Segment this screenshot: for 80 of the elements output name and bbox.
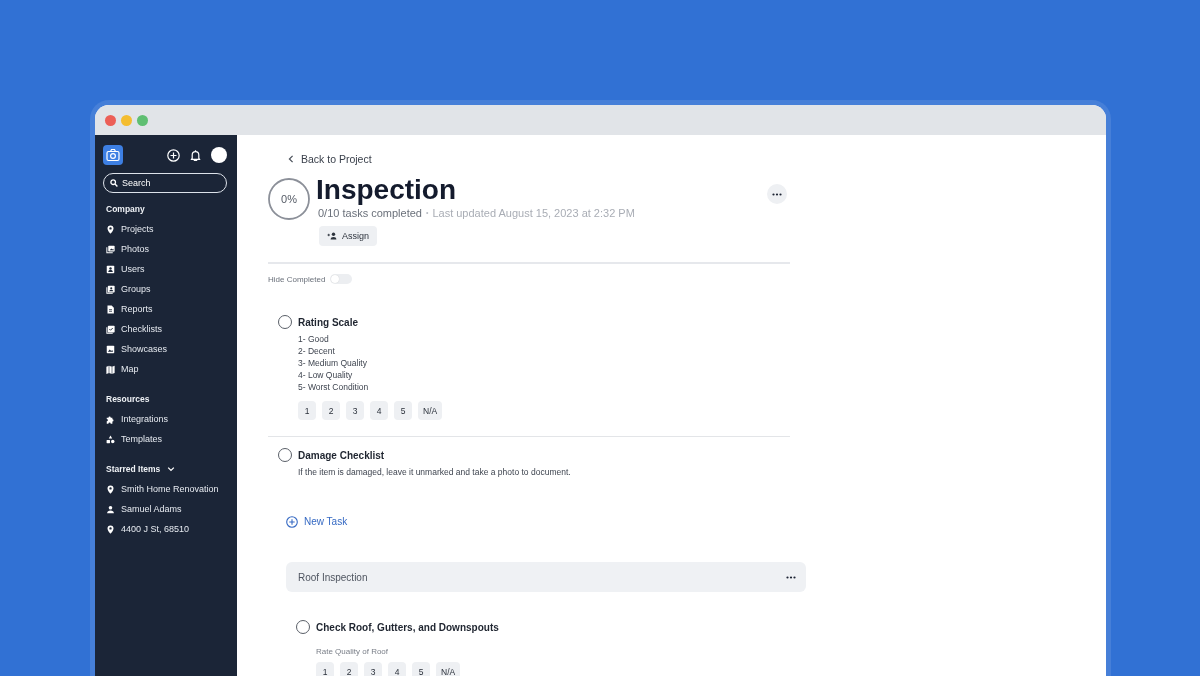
sidebar-item[interactable]: Integrations xyxy=(103,409,173,429)
description-line: 5- Worst Condition xyxy=(298,381,369,393)
chevron-left-icon xyxy=(288,155,294,163)
rating-prompt: Rate Quality of Roof xyxy=(316,646,389,658)
rating-option[interactable]: 1 xyxy=(316,662,334,676)
sidebar-item[interactable]: Smith Home Renovation xyxy=(103,479,223,499)
task-checkbox[interactable] xyxy=(278,315,292,329)
window-close-button[interactable] xyxy=(105,114,116,126)
location-pin-icon xyxy=(106,524,115,534)
last-updated: Last updated August 15, 2023 at 2:32 PM xyxy=(432,206,635,220)
sidebar-item[interactable]: 4400 J St, 68510 xyxy=(103,519,194,539)
description-line: 1- Good xyxy=(298,333,329,345)
sidebar-item[interactable]: Users xyxy=(103,259,149,279)
rating-option[interactable]: 4 xyxy=(388,662,406,676)
section-heading: Resources xyxy=(106,393,150,405)
add-icon[interactable] xyxy=(167,148,180,162)
avatar[interactable] xyxy=(211,147,227,163)
description-line: 3- Medium Quality xyxy=(298,357,367,369)
progress-percent: 0% xyxy=(281,193,297,205)
section-title: Roof Inspection xyxy=(298,571,368,583)
person-icon xyxy=(106,504,115,514)
sidebar-item[interactable]: Samuel Adams xyxy=(103,499,186,519)
task-title: Rating Scale xyxy=(298,316,359,328)
task-description: If the item is damaged, leave it unmarked and take a photo to document. xyxy=(298,466,571,478)
rating-option[interactable]: 4 xyxy=(370,401,388,420)
sidebar-item[interactable]: Groups xyxy=(103,279,155,299)
sidebar-item[interactable]: Reports xyxy=(103,299,157,319)
task-checkbox[interactable] xyxy=(278,448,292,462)
hide-completed-label: Hide Completed xyxy=(268,274,326,284)
chevron-down-icon[interactable] xyxy=(167,465,176,473)
photos-icon xyxy=(106,244,115,254)
location-pin-icon xyxy=(106,484,115,494)
shapes-icon xyxy=(106,434,115,444)
sidebar-item[interactable]: Templates xyxy=(103,429,167,449)
rating-option[interactable]: N/A xyxy=(418,401,443,420)
back-link[interactable]: Back to Project xyxy=(288,152,372,166)
add-icon xyxy=(286,516,298,528)
contact-card-icon xyxy=(106,264,115,274)
more-icon[interactable] xyxy=(786,575,796,579)
rating-option[interactable]: 2 xyxy=(322,401,340,420)
sidebar-item[interactable]: Map xyxy=(103,359,143,379)
new-task-button[interactable]: New Task xyxy=(286,515,348,529)
task-checkbox[interactable] xyxy=(296,620,310,634)
section-header[interactable]: Roof Inspection xyxy=(286,562,806,592)
search-field[interactable]: Search xyxy=(103,173,227,193)
sidebar-item[interactable]: Showcases xyxy=(103,339,172,359)
page-title: Inspection xyxy=(316,174,456,206)
rating-option[interactable]: 5 xyxy=(394,401,412,420)
location-pin-icon xyxy=(106,224,115,234)
sidebar-item[interactable]: Projects xyxy=(103,219,158,239)
search-icon xyxy=(110,179,118,187)
rating-option[interactable]: 3 xyxy=(364,662,382,676)
picture-frame-icon xyxy=(106,344,115,354)
section-heading: Starred Items xyxy=(106,463,161,475)
rating-option[interactable]: 3 xyxy=(346,401,364,420)
assign-button[interactable]: Assign xyxy=(319,226,377,246)
logo-icon[interactable] xyxy=(103,145,123,165)
rating-option[interactable]: N/A xyxy=(436,662,461,676)
more-icon xyxy=(772,192,782,196)
group-card-icon xyxy=(106,284,115,294)
rating-option[interactable]: 2 xyxy=(340,662,358,676)
section-heading: Company xyxy=(106,203,145,215)
task-title: Damage Checklist xyxy=(298,449,385,461)
map-icon xyxy=(106,364,115,374)
task-title: Check Roof, Gutters, and Downspouts xyxy=(316,621,499,633)
progress-ring xyxy=(268,178,310,220)
sidebar-item[interactable]: Photos xyxy=(103,239,154,259)
clipboard-icon xyxy=(106,324,115,334)
puzzle-icon xyxy=(106,414,115,424)
description-line: 4- Low Quality xyxy=(298,369,353,381)
more-button[interactable] xyxy=(767,184,787,204)
rating-option[interactable]: 5 xyxy=(412,662,430,676)
document-icon xyxy=(106,304,115,314)
bell-icon[interactable] xyxy=(189,148,202,162)
add-person-icon xyxy=(327,232,337,240)
rating-option[interactable]: 1 xyxy=(298,401,316,420)
description-line: 2- Decent xyxy=(298,345,335,357)
hide-completed-toggle[interactable] xyxy=(330,274,353,284)
sidebar-item[interactable]: Checklists xyxy=(103,319,166,339)
tasks-completed: 0/10 tasks completed xyxy=(318,206,422,220)
